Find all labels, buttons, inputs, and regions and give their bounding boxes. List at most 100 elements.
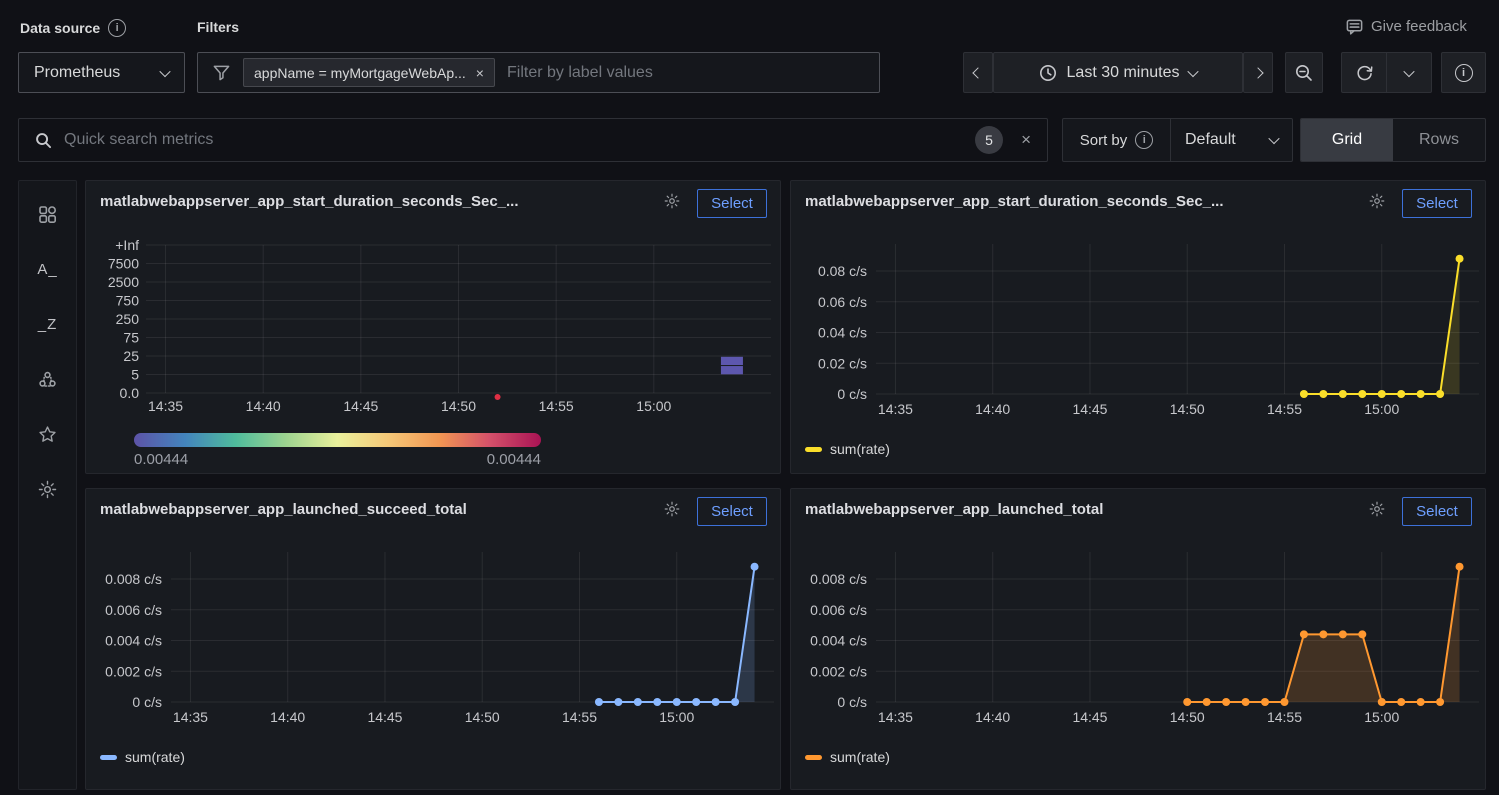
svg-text:sum(rate): sum(rate) <box>830 749 890 765</box>
sort-by-label: Sort by <box>1080 132 1128 149</box>
panel-settings-icon[interactable] <box>1368 500 1388 520</box>
svg-text:0.00444: 0.00444 <box>134 451 188 468</box>
chevron-left-icon <box>972 67 983 78</box>
zoom-out-time-button[interactable] <box>1285 52 1323 93</box>
chevron-down-icon <box>1268 133 1279 144</box>
info-icon[interactable]: i <box>108 19 126 37</box>
svg-text:14:50: 14:50 <box>1170 709 1205 725</box>
sort-value: Default <box>1185 131 1236 149</box>
time-range-label: Last 30 minutes <box>1067 64 1180 82</box>
svg-text:14:35: 14:35 <box>878 401 913 417</box>
svg-text:2500: 2500 <box>108 274 139 290</box>
view-rows-button[interactable]: Rows <box>1393 119 1485 161</box>
time-shift-forward-button[interactable] <box>1243 52 1273 93</box>
time-range-picker[interactable]: Last 30 minutes <box>993 52 1243 93</box>
svg-text:25: 25 <box>123 348 139 364</box>
settings-icon[interactable] <box>37 478 59 500</box>
svg-text:0 c/s: 0 c/s <box>837 386 867 402</box>
filters-label-text: Filters <box>197 19 239 35</box>
svg-text:14:35: 14:35 <box>173 709 208 725</box>
svg-text:0.0: 0.0 <box>120 385 140 401</box>
svg-text:14:35: 14:35 <box>878 709 913 725</box>
search-icon <box>35 132 52 149</box>
panel-title: matlabwebappserver_app_start_duration_se… <box>100 193 519 210</box>
svg-text:0.006 c/s: 0.006 c/s <box>810 602 867 618</box>
svg-text:14:40: 14:40 <box>975 401 1010 417</box>
panel-title: matlabwebappserver_app_launched_total <box>805 501 1103 518</box>
datasource-value: Prometheus <box>34 64 120 82</box>
line-chart-canvas[interactable]: 0 c/s0.02 c/s0.04 c/s0.06 c/s0.08 c/s14:… <box>791 181 1487 475</box>
sort-az-icon[interactable]: A_ <box>37 258 59 280</box>
svg-text:0.04 c/s: 0.04 c/s <box>818 325 867 341</box>
comment-icon <box>1345 17 1364 36</box>
remove-filter-icon[interactable]: × <box>476 65 484 81</box>
svg-text:14:55: 14:55 <box>562 709 597 725</box>
svg-text:sum(rate): sum(rate) <box>125 749 185 765</box>
line-chart-canvas[interactable]: 0 c/s0.002 c/s0.004 c/s0.006 c/s0.008 c/… <box>791 489 1487 791</box>
svg-text:14:50: 14:50 <box>441 398 476 414</box>
chevron-right-icon <box>1252 67 1263 78</box>
datasource-picker[interactable]: Prometheus <box>18 52 185 93</box>
panel-settings-icon[interactable] <box>663 192 683 212</box>
filters-bar[interactable]: appName = myMortgageWebAp... × Filter by… <box>197 52 880 93</box>
sort-control: Sort by i Default <box>1062 118 1293 162</box>
svg-text:0.00444: 0.00444 <box>487 451 541 468</box>
chevron-down-icon <box>1188 65 1199 76</box>
svg-text:14:50: 14:50 <box>1170 401 1205 417</box>
refresh-button[interactable] <box>1341 52 1387 93</box>
svg-text:14:55: 14:55 <box>539 398 574 414</box>
select-button[interactable]: Select <box>1402 189 1472 218</box>
metrics-sidebar: A_ _Z <box>18 180 77 790</box>
star-icon[interactable] <box>37 423 59 445</box>
svg-text:7500: 7500 <box>108 256 139 272</box>
svg-text:250: 250 <box>116 311 140 327</box>
svg-text:0.006 c/s: 0.006 c/s <box>105 602 162 618</box>
svg-text:14:55: 14:55 <box>1267 401 1302 417</box>
svg-text:75: 75 <box>123 330 139 346</box>
svg-text:0 c/s: 0 c/s <box>132 694 162 710</box>
sort-by-label-box: Sort by i <box>1063 119 1171 161</box>
panel-settings-icon[interactable] <box>1368 192 1388 212</box>
chevron-down-icon <box>1403 65 1414 76</box>
svg-text:14:55: 14:55 <box>1267 709 1302 725</box>
select-button[interactable]: Select <box>697 189 767 218</box>
metric-panel: 0 c/s0.002 c/s0.004 c/s0.006 c/s0.008 c/… <box>85 488 781 790</box>
line-chart-canvas[interactable]: 0 c/s0.002 c/s0.004 c/s0.006 c/s0.008 c/… <box>86 489 782 791</box>
clear-search-icon[interactable]: × <box>1015 130 1031 150</box>
refresh-interval-dropdown[interactable] <box>1387 52 1432 93</box>
select-button[interactable]: Select <box>1402 497 1472 526</box>
svg-text:0.004 c/s: 0.004 c/s <box>105 633 162 649</box>
help-info-button[interactable]: i <box>1441 52 1486 93</box>
heatmap-chart-canvas[interactable]: +Inf75002500750250752550.014:3514:4014:4… <box>86 181 782 475</box>
related-metrics-icon[interactable] <box>37 368 59 390</box>
give-feedback-button[interactable]: Give feedback <box>1345 17 1467 36</box>
panel-settings-icon[interactable] <box>663 500 683 520</box>
metric-panel: 0 c/s0.02 c/s0.04 c/s0.06 c/s0.08 c/s14:… <box>790 180 1486 474</box>
apps-icon[interactable] <box>37 203 59 225</box>
filters-label: Filters <box>197 19 239 35</box>
filter-funnel-icon <box>212 63 231 82</box>
filter-values-input[interactable]: Filter by label values <box>507 64 653 82</box>
sort-value-dropdown[interactable]: Default <box>1171 119 1292 161</box>
svg-text:750: 750 <box>116 293 140 309</box>
search-input[interactable]: Quick search metrics <box>64 131 963 149</box>
view-grid-button[interactable]: Grid <box>1301 119 1393 161</box>
svg-text:14:35: 14:35 <box>148 398 183 414</box>
svg-text:0.08 c/s: 0.08 c/s <box>818 263 867 279</box>
svg-text:0.06 c/s: 0.06 c/s <box>818 294 867 310</box>
svg-text:15:00: 15:00 <box>1364 401 1399 417</box>
filter-chip[interactable]: appName = myMortgageWebAp... × <box>243 58 495 87</box>
zoom-out-icon <box>1294 63 1314 83</box>
svg-text:14:45: 14:45 <box>343 398 378 414</box>
svg-text:sum(rate): sum(rate) <box>830 441 890 457</box>
select-button[interactable]: Select <box>697 497 767 526</box>
svg-text:14:40: 14:40 <box>246 398 281 414</box>
svg-text:0.008 c/s: 0.008 c/s <box>810 571 867 587</box>
svg-text:0.002 c/s: 0.002 c/s <box>105 663 162 679</box>
info-icon[interactable]: i <box>1135 131 1153 149</box>
quick-search-bar[interactable]: Quick search metrics 5 × <box>18 118 1048 162</box>
time-shift-back-button[interactable] <box>963 52 993 93</box>
panel-title: matlabwebappserver_app_start_duration_se… <box>805 193 1224 210</box>
data-source-label: Data source i <box>20 19 126 37</box>
sort-za-icon[interactable]: _Z <box>37 313 59 335</box>
